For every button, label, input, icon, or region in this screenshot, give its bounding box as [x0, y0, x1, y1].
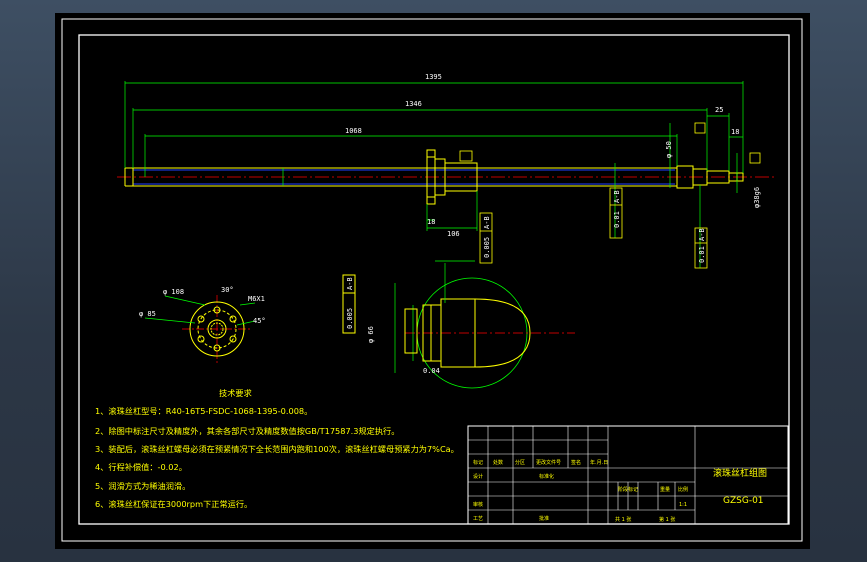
dim-dia-85: φ 85 — [139, 310, 156, 318]
tb-label-change-doc: 更改文件号 — [536, 459, 561, 466]
tb-sheets-total: 共 1 张 — [615, 516, 631, 523]
tb-sheet-no: 第 1 张 — [659, 516, 675, 523]
dim-dia-right: φ38g6 — [753, 187, 761, 208]
dim-angle-30: 30° — [221, 286, 234, 294]
dim-overall-length: 1395 — [425, 73, 442, 81]
tb-label-stage: 阶段标记 — [618, 486, 638, 493]
dim-end-step: 25 — [715, 106, 723, 114]
dim-tol-004: 0.04 — [423, 367, 440, 375]
technical-requirements: 技术要求 1、滚珠丝杠型号：R40-16T5-FSDC-1068-1395-0.… — [95, 388, 459, 509]
tb-label-count: 处数 — [493, 459, 503, 466]
tech-req-item-5: 5、润滑方式为稀油润滑。 — [95, 481, 190, 491]
cad-drawing: 1395 1346 1068 106 18 25 18 φ 50 φ38g6 0… — [61, 18, 803, 542]
tb-label-zone: 分区 — [515, 459, 525, 466]
tb-label-standard: 标准化 — [539, 473, 554, 480]
dim-angle-45: 45° — [253, 317, 266, 325]
nut-end-view: φ 108 φ 85 M6X1 30° 45° — [139, 286, 266, 363]
dim-datum-detail: A-B — [346, 277, 354, 290]
tb-label-approve: 批准 — [539, 515, 549, 522]
tb-label-process: 工艺 — [473, 516, 483, 522]
dim-detail-tol: 0.005 — [346, 308, 354, 329]
shaft-dimensions — [124, 81, 744, 268]
cad-viewport[interactable]: 1395 1346 1068 106 18 25 18 φ 50 φ38g6 0… — [55, 13, 810, 549]
tolerance-frames — [459, 122, 761, 269]
tech-req-item-2: 2、除图中标注尺寸及精度外，其余各部尺寸及精度数值按GB/T17587.3规定执… — [95, 426, 399, 436]
tb-label-check: 审核 — [473, 501, 483, 508]
dim-datum-c: A-B — [483, 216, 491, 229]
screw-shaft-view — [117, 149, 777, 205]
tb-label-scale: 比例 — [678, 486, 688, 493]
dim-dia-50: φ 50 — [665, 141, 673, 158]
dim-dia-108: φ 108 — [163, 288, 184, 296]
dim-length-3: 1068 — [345, 127, 362, 135]
tech-req-title: 技术要求 — [219, 388, 252, 398]
dim-tol-a: 0.01 — [613, 211, 621, 228]
dim-end-step-2: 18 — [731, 128, 739, 136]
dim-detail-dia: φ 66 — [367, 326, 375, 343]
tb-label-weight: 重量 — [660, 486, 670, 493]
dim-length-2: 1346 — [405, 100, 422, 108]
tech-req-item-1: 1、滚珠丝杠型号：R40-16T5-FSDC-1068-1395-0.008。 — [95, 406, 312, 416]
dim-nut-flange: 18 — [427, 218, 435, 226]
title-block-texts: 标记 处数 分区 更改文件号 签名 年.月.日 设计 标准化 审核 工艺 批准 … — [473, 459, 767, 523]
dim-tol-b: 0.01 — [698, 246, 706, 263]
section-detail-view: φ 66 0.005 0.04 A-B — [342, 260, 575, 389]
tb-scale-value: 1:1 — [679, 502, 687, 508]
tb-drawing-title: 滚珠丝杠组图 — [713, 467, 767, 479]
tb-label-mark: 标记 — [473, 459, 483, 466]
dim-tol-nut: 0.005 — [483, 237, 491, 258]
dim-thread-m6: M6X1 — [248, 295, 265, 303]
tech-req-item-6: 6、滚珠丝杠保证在3000rpm下正常运行。 — [95, 499, 252, 509]
dim-nut-width: 106 — [447, 230, 460, 238]
tech-req-item-4: 4、行程补偿值：-0.02。 — [95, 462, 187, 472]
tb-label-design: 设计 — [473, 473, 483, 480]
dim-datum-a: A-B — [613, 190, 621, 203]
tech-req-item-3: 3、装配后，滚珠丝杠螺母必须在预紧情况下全长范围内跑和100次，滚珠丝杠螺母预紧… — [95, 444, 459, 454]
tb-label-sign: 签名 — [571, 459, 581, 466]
tb-drawing-no: GZSG-01 — [723, 496, 764, 506]
tb-label-date: 年.月.日 — [590, 459, 608, 466]
dim-datum-b: A-B — [698, 228, 706, 241]
